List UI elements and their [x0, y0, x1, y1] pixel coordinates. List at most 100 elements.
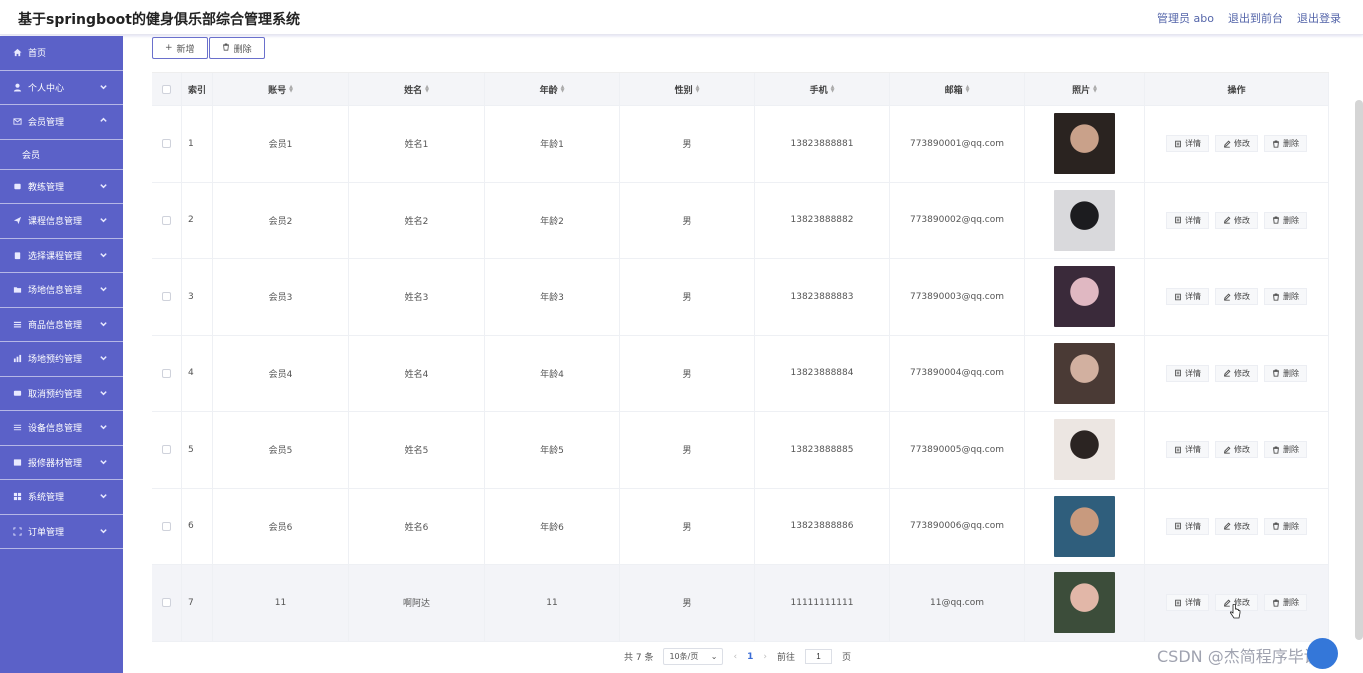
goto-page-input[interactable] — [804, 649, 832, 664]
cell-name: 姓名5 — [349, 412, 485, 488]
member-photo[interactable] — [1054, 113, 1115, 175]
sidebar-item-home[interactable]: 首页 — [0, 36, 123, 71]
column-header-account[interactable]: 账号 ▲ ▼ — [213, 73, 349, 105]
table-row[interactable]: 1 会员1 姓名1 年龄1 男 13823888881 773890001@qq.com 详情… — [152, 106, 1329, 183]
row-checkbox[interactable] — [162, 445, 171, 455]
trash-icon — [1273, 446, 1279, 454]
sidebar-item-venue-info[interactable]: 场地信息管理 — [0, 273, 123, 308]
table-row[interactable]: 3 会员3 姓名3 年龄3 男 13823888883 773890003@qq.com 详情… — [152, 259, 1329, 336]
table-row[interactable]: 6 会员6 姓名6 年龄6 男 13823888886 773890006@qq.com 详情… — [152, 488, 1329, 565]
sidebar-subitem-member[interactable]: 会员 — [0, 140, 123, 170]
goto-label: 前往 — [776, 653, 795, 663]
edit-button[interactable]: 修改 — [1215, 211, 1258, 229]
page-size-select[interactable]: 10条/页 ⌄ — [663, 648, 724, 665]
chevron-down-icon — [99, 353, 109, 363]
document-icon — [1175, 216, 1181, 224]
row-checkbox[interactable] — [162, 292, 171, 302]
row-checkbox[interactable] — [162, 521, 171, 531]
sidebar-item-cancel-booking[interactable]: 取消预约管理 — [0, 377, 123, 411]
sidebar-item-coach-management[interactable]: 教练管理 — [0, 170, 123, 204]
cell-email: 11@qq.com — [890, 565, 1025, 641]
sidebar-item-label: 取消预约管理 — [28, 389, 83, 400]
total-count: 共 7 条 — [624, 653, 654, 663]
member-photo[interactable] — [1054, 342, 1115, 404]
sidebar-item-equipment-info[interactable]: 设备信息管理 — [0, 411, 123, 446]
delete-button[interactable]: 删除 — [1264, 364, 1307, 382]
edit-button[interactable]: 修改 — [1215, 441, 1258, 459]
edit-button[interactable]: 修改 — [1215, 288, 1258, 306]
sidebar-item-venue-booking[interactable]: 场地预约管理 — [0, 342, 123, 377]
table-row[interactable]: 4 会员4 姓名4 年龄4 男 13823888884 773890004@qq.com 详情… — [152, 335, 1329, 412]
edit-button-label: 修改 — [1234, 445, 1250, 455]
sidebar-item-order-management[interactable]: 订单管理 — [0, 515, 123, 549]
column-header-photo[interactable]: 照片 ▲ ▼ — [1025, 73, 1145, 105]
row-checkbox[interactable] — [162, 215, 171, 225]
add-button[interactable]: + 新增 — [152, 37, 208, 59]
chevron-down-icon — [99, 491, 109, 501]
back-to-front-link[interactable]: 退出到前台 — [1228, 10, 1283, 26]
sidebar-item-label: 会员管理 — [28, 118, 65, 129]
logout-link[interactable]: 退出登录 — [1297, 10, 1341, 26]
detail-button[interactable]: 详情 — [1166, 288, 1209, 306]
column-header-name[interactable]: 姓名 ▲ ▼ — [349, 73, 485, 105]
delete-button[interactable]: 删除 — [1264, 517, 1307, 535]
sidebar-item-course-info[interactable]: 课程信息管理 — [0, 204, 123, 239]
detail-button[interactable]: 详情 — [1166, 364, 1209, 382]
page-number[interactable]: 1 — [747, 652, 753, 662]
column-header-phone[interactable]: 手机 ▲ ▼ — [755, 73, 890, 105]
column-header-gender[interactable]: 性别 ▲ ▼ — [620, 73, 755, 105]
cell-index: 5 — [182, 412, 213, 488]
table-row[interactable]: 5 会员5 姓名5 年龄5 男 13823888885 773890005@qq.com 详情… — [152, 412, 1329, 489]
toolbar: + 新增 删除 — [152, 37, 265, 59]
scrollbar[interactable] — [1355, 100, 1363, 640]
detail-button[interactable]: 详情 — [1166, 441, 1209, 459]
member-photo[interactable] — [1054, 495, 1115, 557]
user-name[interactable]: 管理员 abo — [1157, 10, 1214, 26]
member-photo[interactable] — [1054, 266, 1115, 328]
row-select-cell — [152, 488, 182, 564]
delete-button[interactable]: 删除 — [1264, 135, 1307, 153]
column-header-email[interactable]: 邮箱 ▲ ▼ — [890, 73, 1025, 105]
pencil-icon — [1223, 369, 1231, 377]
sidebar-item-member-management[interactable]: 会员管理 — [0, 105, 123, 140]
detail-button[interactable]: 详情 — [1166, 135, 1209, 153]
member-photo[interactable] — [1054, 572, 1115, 634]
add-button-label: 新增 — [176, 44, 195, 55]
detail-button[interactable]: 详情 — [1166, 211, 1209, 229]
sidebar-item-repair-equipment[interactable]: 报修器材管理 — [0, 446, 123, 480]
prev-page-icon[interactable]: ‹ — [733, 652, 737, 662]
sidebar-item-system-management[interactable]: 系统管理 — [0, 480, 123, 515]
edit-button[interactable]: 修改 — [1215, 517, 1258, 535]
next-page-icon[interactable]: › — [763, 652, 767, 662]
select-all-checkbox[interactable] — [162, 84, 171, 94]
message-icon — [12, 388, 22, 398]
cell-photo — [1025, 335, 1145, 411]
sliders-icon — [12, 423, 22, 433]
cell-name: 姓名6 — [349, 488, 485, 564]
member-photo[interactable] — [1054, 419, 1115, 481]
table-row[interactable]: 7 11 啊阿达 11 男 11111111111 11@qq.com 详情 修改 删除 — [152, 565, 1329, 642]
member-photo[interactable] — [1054, 189, 1115, 251]
row-checkbox[interactable] — [162, 598, 171, 608]
cell-photo — [1025, 259, 1145, 335]
delete-button[interactable]: 删除 — [1264, 211, 1307, 229]
table-row[interactable]: 2 会员2 姓名2 年龄2 男 13823888882 773890002@qq.com 详情… — [152, 182, 1329, 259]
sidebar-item-label: 商品信息管理 — [28, 320, 83, 331]
chevron-down-icon — [99, 457, 109, 467]
sidebar-item-course-selection[interactable]: 选择课程管理 — [0, 239, 123, 273]
delete-button[interactable]: 删除 — [1264, 288, 1307, 306]
detail-button[interactable]: 详情 — [1166, 517, 1209, 535]
batch-delete-button[interactable]: 删除 — [208, 37, 265, 59]
cell-email: 773890002@qq.com — [890, 182, 1025, 258]
row-checkbox[interactable] — [162, 368, 171, 378]
delete-button[interactable]: 删除 — [1264, 594, 1307, 612]
detail-button[interactable]: 详情 — [1166, 594, 1209, 612]
row-checkbox[interactable] — [162, 139, 171, 149]
sidebar-item-product-info[interactable]: 商品信息管理 — [0, 308, 123, 342]
edit-button[interactable]: 修改 — [1215, 364, 1258, 382]
delete-button[interactable]: 删除 — [1264, 441, 1307, 459]
sidebar-item-profile[interactable]: 个人中心 — [0, 71, 123, 105]
edit-button[interactable]: 修改 — [1215, 135, 1258, 153]
grid-icon — [12, 492, 22, 502]
column-header-age[interactable]: 年龄 ▲ ▼ — [485, 73, 620, 105]
